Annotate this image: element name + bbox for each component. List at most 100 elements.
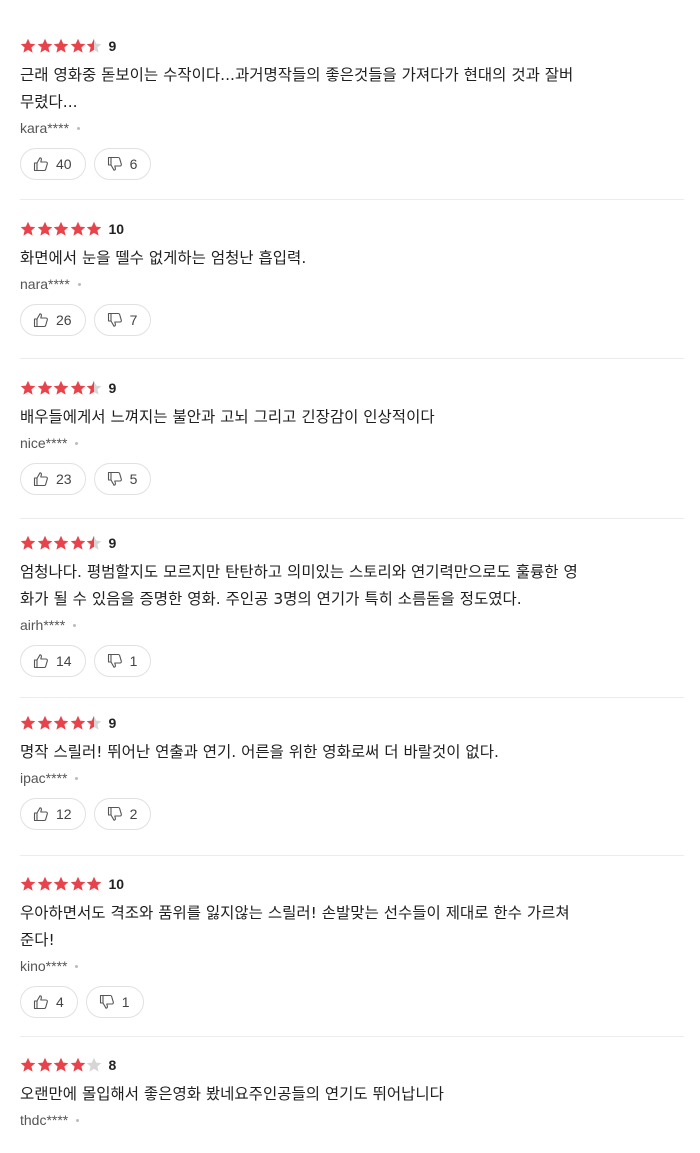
like-count: 4 [56,994,64,1010]
divider [20,697,684,698]
dislike-button[interactable]: 1 [85,986,144,1018]
separator-dot [77,282,81,286]
review-text: 오랜만에 몰입해서 좋은영화 봤네요주인공들의 연기도 뛰어납니다 [20,1081,684,1108]
dislike-button[interactable]: 2 [93,798,152,830]
review-text: 배우들에게서 느껴지는 불안과 고뇌 그리고 긴장감이 인상적이다 [20,404,684,431]
rating: 8 [20,1055,116,1075]
divider [20,199,684,200]
username: kino**** [20,958,68,974]
review-text: 엄청나다. 평범할지도 모르지만 탄탄하고 의미있는 스토리와 연기력만으로도 … [20,559,684,613]
star-icon [20,876,36,891]
star-icon [53,876,69,891]
review-text-line: 준다! [20,931,55,949]
star-icon [53,715,69,730]
thumbs-up-icon [33,654,48,669]
review-text-line: 명작 스릴러! 뛰어난 연출과 연기. 어른을 위한 영화로써 더 바랄것이 없… [20,743,499,761]
dislike-count: 2 [129,806,138,822]
review-actions: 14 1 [20,645,159,677]
star-icon [20,715,36,730]
review-meta: kara**** [20,120,81,136]
username: airh**** [20,617,66,633]
rating-score: 10 [108,221,125,237]
star-icon [86,221,102,236]
star-icon [20,535,36,550]
review-text-line: 무렸다... [20,93,78,111]
rating: 9 [20,533,116,553]
divider [20,1036,684,1037]
thumbs-down-icon [107,471,122,486]
rating: 9 [20,36,116,56]
thumbs-up-icon [33,995,48,1010]
review-actions: 12 2 [20,798,159,830]
divider [20,855,684,856]
separator-dot [76,1118,80,1122]
like-button[interactable]: 4 [20,986,78,1018]
like-button[interactable]: 23 [20,463,86,495]
thumbs-up-icon [33,807,48,822]
review-text-line: 화면에서 눈을 뗄수 없게하는 엄청난 흡입력. [20,249,307,267]
review-text: 근래 영화중 돋보이는 수작이다...과거명작들의 좋은것들을 가져다가 현대의… [20,62,684,116]
like-button[interactable]: 12 [20,798,86,830]
like-count: 12 [56,806,72,822]
separator-dot [77,126,81,130]
separator-dot [75,441,79,445]
star-icon [86,380,102,395]
rating-score: 8 [108,1057,117,1073]
review-actions: 26 7 [20,304,159,336]
star-icon [37,221,52,236]
rating-score: 9 [108,380,117,396]
review-text-line: 우아하면서도 격조와 품위를 잃지않는 스릴러! 손발맞는 선수들이 제대로 한… [20,904,570,922]
review-meta: thdc**** [20,1112,80,1128]
dislike-button[interactable]: 6 [93,148,152,180]
star-icon [37,380,52,395]
star-icon [86,38,102,53]
thumbs-down-icon [107,156,122,171]
thumbs-down-icon [107,312,122,327]
star-icon [70,221,85,236]
star-icon [86,715,102,730]
username: kara**** [20,120,70,136]
separator-dot [73,623,77,627]
star-rating [20,1057,103,1073]
review-text-line: 오랜만에 몰입해서 좋은영화 봤네요주인공들의 연기도 뛰어납니다 [20,1085,444,1103]
star-rating [20,535,103,551]
dislike-button[interactable]: 5 [93,463,152,495]
review-meta: nara**** [20,276,81,292]
star-icon [53,38,69,53]
star-icon [70,1057,85,1072]
review-actions: 23 5 [20,463,159,495]
like-button[interactable]: 40 [20,148,86,180]
review-meta: ipac**** [20,770,79,786]
star-icon [70,535,85,550]
star-icon [70,380,85,395]
username: nice**** [20,435,68,451]
username: nara**** [20,276,70,292]
divider [20,358,684,359]
star-icon [37,715,52,730]
star-rating [20,876,103,892]
like-count: 23 [56,471,72,487]
star-icon [20,221,36,236]
review-meta: kino**** [20,958,79,974]
separator-dot [75,776,79,780]
dislike-count: 5 [129,471,138,487]
star-icon [37,535,52,550]
like-count: 14 [56,653,72,669]
separator-dot [75,964,79,968]
thumbs-down-icon [107,653,122,668]
dislike-count: 1 [129,653,138,669]
like-button[interactable]: 26 [20,304,86,336]
dislike-button[interactable]: 1 [93,645,152,677]
thumbs-up-icon [33,313,48,328]
star-icon [20,38,36,53]
like-button[interactable]: 14 [20,645,86,677]
star-icon [37,876,52,891]
review-text-line: 화가 될 수 있음을 증명한 영화. 주인공 3명의 연기가 특히 소름돋을 정… [20,590,522,608]
rating: 10 [20,874,124,894]
review-text: 명작 스릴러! 뛰어난 연출과 연기. 어른을 위한 영화로써 더 바랄것이 없… [20,739,684,766]
rating-score: 9 [108,715,117,731]
dislike-button[interactable]: 7 [93,304,152,336]
thumbs-up-icon [33,157,48,172]
star-icon [86,1057,102,1072]
thumbs-up-icon [33,472,48,487]
